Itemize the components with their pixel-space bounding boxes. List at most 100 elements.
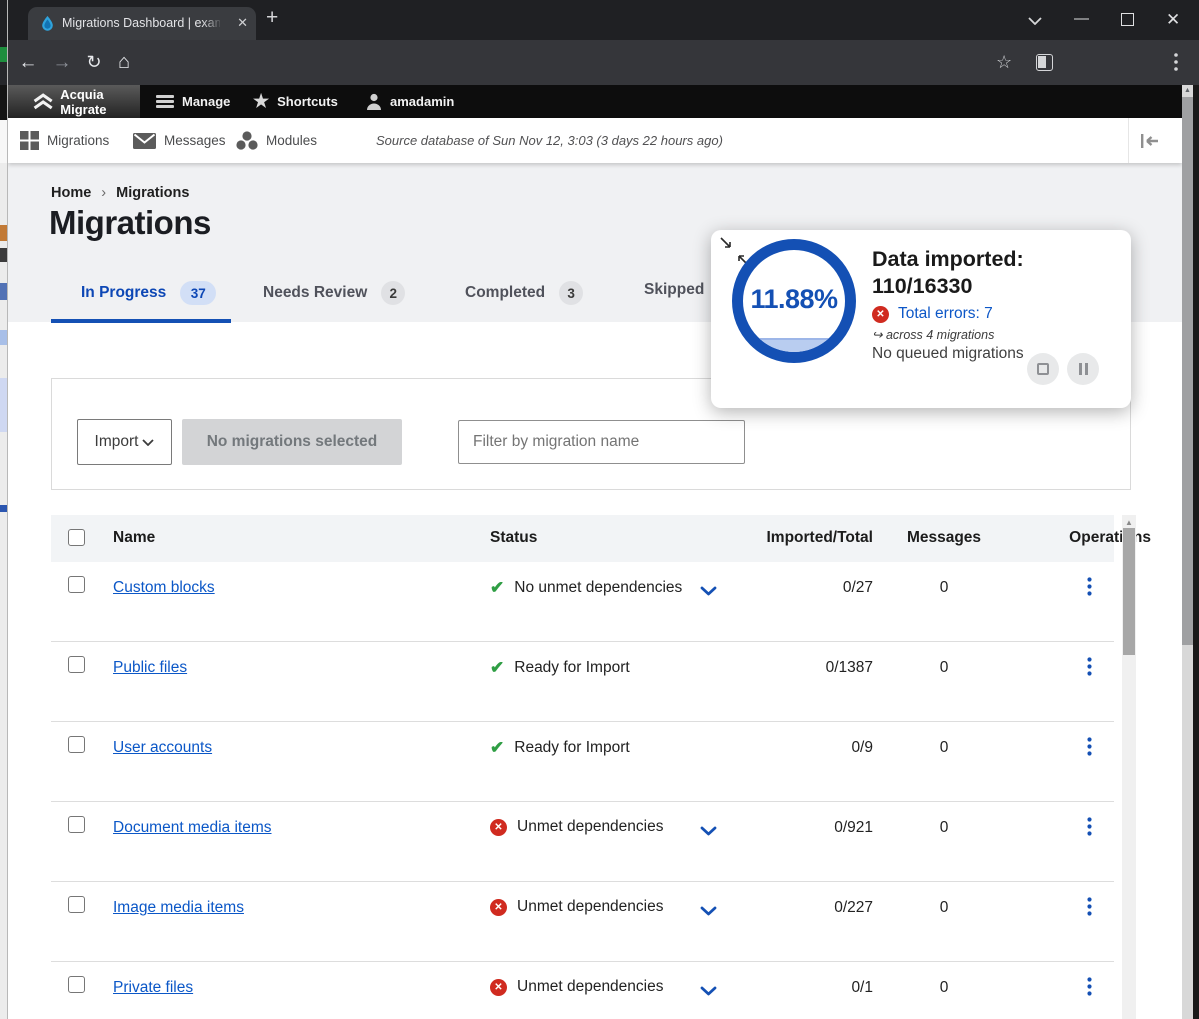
status-text: Unmet dependencies [517, 898, 664, 916]
table-scrollbar[interactable]: ▲ [1122, 515, 1136, 1019]
row-operations-kebab[interactable] [1087, 977, 1092, 1001]
page-scrollbar-thumb[interactable] [1182, 97, 1193, 645]
admin-manage-item[interactable]: Manage [156, 85, 230, 118]
migrations-nav-label: Migrations [47, 133, 109, 148]
status-expand-chevron[interactable] [700, 583, 717, 601]
status-expand-chevron[interactable] [700, 983, 717, 1001]
tab-needs-review[interactable]: Needs Review 2 [263, 281, 405, 305]
column-header-messages: Messages [889, 529, 999, 547]
tab-label: Skipped [644, 281, 704, 299]
row-checkbox[interactable] [68, 656, 85, 673]
modules-nav-item[interactable]: Modules [236, 118, 317, 163]
acquia-migrate-brand[interactable]: Acquia Migrate [8, 85, 140, 118]
migration-name-link[interactable]: Image media items [113, 899, 244, 917]
window-close-button[interactable]: ✕ [1166, 10, 1180, 30]
migration-name-link[interactable]: Public files [113, 659, 187, 677]
row-operations-kebab[interactable] [1087, 737, 1092, 761]
side-panel-icon[interactable] [1036, 54, 1053, 71]
new-tab-button[interactable]: + [266, 6, 278, 30]
status-expand-chevron[interactable] [700, 823, 717, 841]
tab-search-chevron-icon[interactable] [1028, 17, 1042, 25]
total-errors-link[interactable]: Total errors: 7 [898, 305, 993, 323]
import-label: Import [95, 433, 139, 451]
forward-icon[interactable]: → [46, 40, 78, 85]
migration-name-link[interactable]: Document media items [113, 819, 272, 837]
stop-import-button[interactable] [1027, 353, 1059, 385]
status-text: No unmet dependencies [514, 579, 682, 597]
row-operations-kebab[interactable] [1087, 577, 1092, 601]
row-checkbox[interactable] [68, 976, 85, 993]
messages-nav-item[interactable]: Messages [133, 118, 226, 163]
status-cell: ✔Ready for Import [490, 738, 630, 758]
modules-icon [236, 131, 258, 150]
imported-total-value: 0/1 [731, 979, 873, 997]
grid-icon [20, 131, 39, 150]
status-error-icon: ✕ [490, 899, 507, 916]
progress-gauge: 11.88% [732, 239, 856, 363]
admin-user-item[interactable]: amadamin [366, 85, 454, 118]
status-text: Ready for Import [514, 739, 629, 757]
home-icon[interactable]: ⌂ [108, 40, 140, 85]
messages-count: 0 [889, 659, 999, 677]
imported-total-value: 0/9 [731, 739, 873, 757]
row-checkbox[interactable] [68, 736, 85, 753]
bookmark-star-icon[interactable]: ☆ [996, 52, 1012, 73]
scroll-up-icon[interactable]: ▲ [1182, 87, 1193, 94]
migration-name-link[interactable]: User accounts [113, 739, 212, 757]
row-operations-kebab[interactable] [1087, 657, 1092, 681]
gauge-fill [743, 338, 845, 352]
browser-tab[interactable]: Migrations Dashboard | example ✕ [28, 7, 256, 40]
modules-nav-label: Modules [266, 133, 317, 148]
tab-count-badge: 2 [381, 281, 405, 305]
migration-name-link[interactable]: Custom blocks [113, 579, 215, 597]
tab-close-icon[interactable]: ✕ [237, 15, 248, 31]
messages-count: 0 [889, 579, 999, 597]
across-migrations-note: ↪ across 4 migrations [872, 327, 994, 342]
pause-import-button[interactable] [1067, 353, 1099, 385]
admin-toolbar: Acquia Migrate Manage ★ Shortcuts amadam… [8, 85, 1182, 118]
reload-icon[interactable]: ↻ [78, 40, 110, 85]
hamburger-icon [156, 93, 174, 110]
row-checkbox[interactable] [68, 576, 85, 593]
drupal-favicon-icon [39, 15, 56, 32]
migration-filter-input[interactable] [458, 420, 745, 464]
browser-titlebar: Migrations Dashboard | example ✕ + — ✕ [0, 0, 1199, 40]
pause-icon [1079, 363, 1088, 375]
column-header-name: Name [113, 529, 155, 547]
table-scrollbar-thumb[interactable] [1123, 528, 1135, 655]
window-minimize-button[interactable]: — [1074, 10, 1089, 27]
collapse-toolbar-button[interactable] [1128, 118, 1170, 163]
acquia-logo-icon [32, 92, 54, 112]
migrations-table: Name Status Imported/Total Messages Oper… [51, 515, 1114, 1019]
status-text: Unmet dependencies [517, 978, 664, 996]
browser-menu-kebab-icon[interactable] [1174, 53, 1178, 71]
migrations-nav-item[interactable]: Migrations [20, 118, 109, 163]
status-expand-chevron[interactable] [700, 903, 717, 921]
manage-label: Manage [182, 94, 230, 109]
breadcrumb-home-link[interactable]: Home [51, 185, 91, 201]
row-operations-kebab[interactable] [1087, 897, 1092, 921]
window-maximize-button[interactable] [1121, 13, 1134, 26]
messages-nav-label: Messages [164, 133, 226, 148]
tab-skipped[interactable]: Skipped [644, 281, 704, 299]
row-checkbox[interactable] [68, 816, 85, 833]
status-ok-icon: ✔ [490, 658, 504, 678]
import-dropdown-button[interactable]: Import [77, 419, 172, 465]
scroll-up-icon[interactable]: ▲ [1122, 518, 1136, 527]
back-icon[interactable]: ← [12, 40, 44, 85]
table-row: Image media items✕Unmet dependencies0/22… [51, 882, 1114, 962]
tab-title: Migrations Dashboard | example [62, 16, 220, 30]
tab-completed[interactable]: Completed 3 [465, 281, 583, 305]
row-operations-kebab[interactable] [1087, 817, 1092, 841]
tab-in-progress[interactable]: In Progress 37 [81, 281, 216, 305]
migration-name-link[interactable]: Private files [113, 979, 193, 997]
row-checkbox[interactable] [68, 896, 85, 913]
status-cell: ✕Unmet dependencies [490, 818, 664, 836]
admin-shortcuts-item[interactable]: ★ Shortcuts [253, 85, 338, 118]
browser-toolbar: ← → ↻ ⌂ d9ama-ddevblog.ddev.site/acquia-… [0, 40, 1199, 85]
select-all-checkbox[interactable] [68, 529, 85, 546]
messages-count: 0 [889, 899, 999, 917]
user-icon [366, 93, 382, 110]
username-label: amadamin [390, 94, 454, 109]
browser-page-scrollbar[interactable]: ▲ [1182, 85, 1193, 1019]
